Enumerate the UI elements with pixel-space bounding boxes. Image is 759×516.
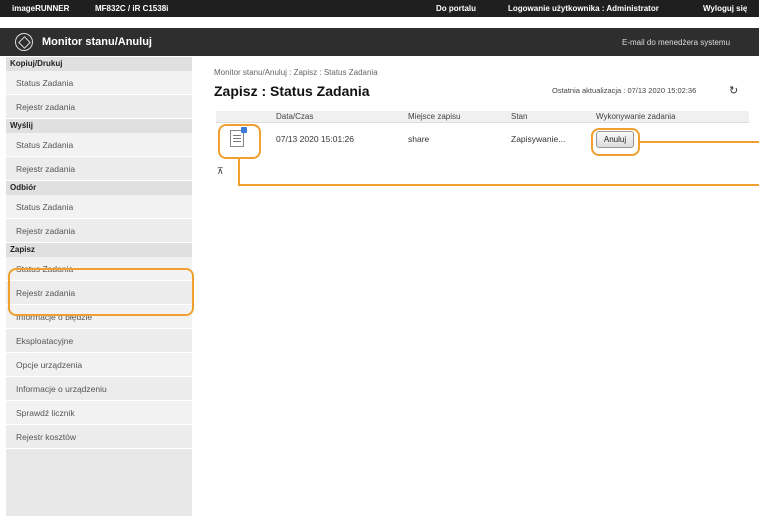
column-header-location: Miejsce zapisu bbox=[408, 112, 461, 121]
row-status: Zapisywanie... bbox=[511, 134, 566, 144]
sidebar-item-device-info[interactable]: Informacje o urządzeniu bbox=[6, 377, 192, 401]
sidebar-section-send: Wyślij bbox=[6, 119, 192, 133]
sidebar-section-copy-print: Kopiuj/Drukuj bbox=[6, 57, 192, 71]
page-header-title: Monitor stanu/Anuluj bbox=[42, 36, 152, 48]
sidebar-item-receive-job-status[interactable]: Status Zadania bbox=[6, 195, 192, 219]
sidebar-item-send-job-log[interactable]: Rejestr zadania bbox=[6, 157, 192, 181]
sidebar-section-receive: Odbiór bbox=[6, 181, 192, 195]
sidebar-section-store: Zapisz bbox=[6, 243, 192, 257]
sidebar-item-receive-job-log[interactable]: Rejestr zadania bbox=[6, 219, 192, 243]
portal-link[interactable]: Do portalu bbox=[436, 4, 476, 13]
column-header-status: Stan bbox=[511, 112, 528, 121]
sidebar-item-device-options[interactable]: Opcje urządzenia bbox=[6, 353, 192, 377]
last-update-label: Ostatnia aktualizacja : 07/13 2020 15:02… bbox=[552, 86, 697, 95]
callout-line-icon-horizontal bbox=[238, 184, 759, 186]
sidebar-item-consumables[interactable]: Eksploatacyjne bbox=[6, 329, 192, 353]
monitor-icon bbox=[15, 33, 33, 51]
back-to-top-icon[interactable]: ⊼ bbox=[217, 166, 224, 177]
logout-link[interactable]: Wyloguj się bbox=[703, 4, 747, 13]
column-header-action: Wykonywanie zadania bbox=[596, 112, 676, 121]
highlight-job-icon bbox=[218, 124, 261, 159]
callout-line-cancel bbox=[640, 141, 759, 143]
sidebar-item-send-job-status[interactable]: Status Zadania bbox=[6, 133, 192, 157]
highlight-store-section bbox=[8, 268, 194, 316]
highlight-cancel-button bbox=[591, 128, 640, 156]
row-datetime: 07/13 2020 15:01:26 bbox=[276, 134, 354, 144]
sidebar-item-cost-log[interactable]: Rejestr kosztów bbox=[6, 425, 192, 449]
top-bar: imageRUNNER MF832C / iR C1538i Do portal… bbox=[0, 0, 759, 17]
refresh-icon[interactable]: ↻ bbox=[729, 84, 738, 97]
title-bar: Monitor stanu/Anuluj E-mail do menedżera… bbox=[0, 28, 759, 56]
breadcrumb: Monitor stanu/Anuluj : Zapisz : Status Z… bbox=[214, 68, 378, 77]
login-info: Logowanie użytkownika : Administrator bbox=[508, 4, 659, 13]
sidebar-item-copy-job-log[interactable]: Rejestr zadania bbox=[6, 95, 192, 119]
page-title: Zapisz : Status Zadania bbox=[214, 83, 370, 99]
sidebar-item-copy-job-status[interactable]: Status Zadania bbox=[6, 71, 192, 95]
brand-label: imageRUNNER bbox=[12, 4, 70, 13]
column-header-datetime: Data/Czas bbox=[276, 112, 314, 121]
email-admin-link[interactable]: E-mail do menedżera systemu bbox=[622, 38, 730, 47]
sidebar-item-check-counter[interactable]: Sprawdź licznik bbox=[6, 401, 192, 425]
row-location: share bbox=[408, 134, 430, 144]
model-label: MF832C / iR C1538i bbox=[95, 4, 169, 13]
job-table-header: Data/Czas Miejsce zapisu Stan Wykonywani… bbox=[216, 111, 749, 123]
callout-line-icon-vertical bbox=[238, 159, 240, 185]
table-row: 07/13 2020 15:01:26 share Zapisywanie...… bbox=[216, 123, 749, 157]
